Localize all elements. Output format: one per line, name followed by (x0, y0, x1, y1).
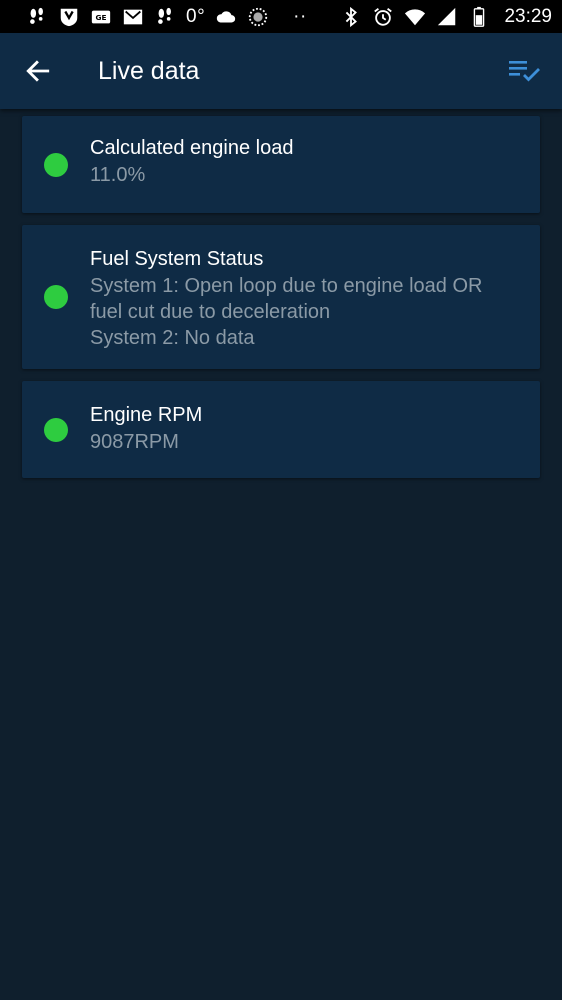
item-value: System 1: Open loop due to engine load O… (90, 275, 483, 349)
cloud-icon (215, 6, 237, 28)
item-title: Engine RPM (90, 404, 203, 426)
signal-icon (436, 6, 458, 28)
shield-icon (58, 6, 80, 28)
bluetooth-icon (340, 6, 362, 28)
circle-icon (247, 6, 269, 28)
gmail-icon (122, 6, 144, 28)
footprints-icon (154, 6, 176, 28)
status-indicator (44, 417, 68, 442)
ge-icon: GE (90, 6, 112, 28)
item-title: Fuel System Status (90, 248, 264, 270)
list-item[interactable]: Engine RPM 9087RPM (22, 381, 540, 478)
item-title: Calculated engine load (90, 137, 294, 159)
live-data-list: Calculated engine load 11.0% Fuel System… (22, 116, 540, 490)
status-bar: GE 0° ·· 23:29 (0, 0, 562, 33)
back-button[interactable] (24, 57, 52, 85)
list-item[interactable]: Fuel System Status System 1: Open loop d… (22, 225, 540, 369)
battery-icon (468, 6, 490, 28)
arrow-left-icon (25, 58, 51, 84)
playlist-check-icon (508, 57, 540, 85)
alarm-icon (372, 6, 394, 28)
temperature-text: 0° (186, 5, 206, 27)
page-title: Live data (98, 56, 200, 85)
more-dots: ·· (293, 5, 307, 27)
item-value: 9087RPM (90, 431, 179, 453)
item-value: 11.0% (90, 164, 146, 186)
wifi-icon (404, 6, 426, 28)
svg-text:GE: GE (95, 13, 106, 22)
clock-time: 23:29 (504, 5, 552, 27)
footprints-icon (26, 6, 48, 28)
status-indicator (44, 285, 68, 309)
select-items-button[interactable] (508, 57, 540, 85)
list-item[interactable]: Calculated engine load 11.0% (22, 116, 540, 213)
status-indicator (44, 152, 68, 177)
app-bar: Live data (0, 33, 562, 109)
